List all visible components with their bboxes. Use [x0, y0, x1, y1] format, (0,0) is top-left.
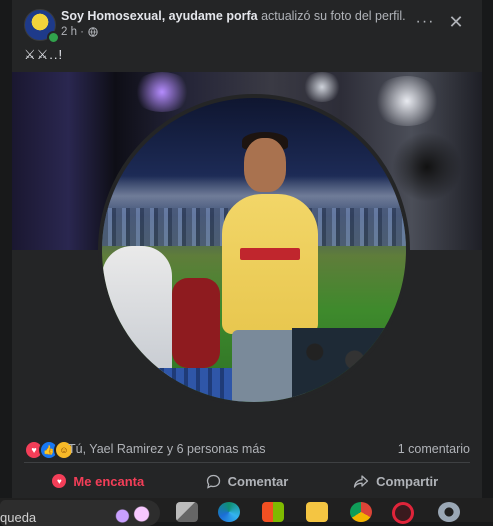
- post-card: Soy Homosexual, ayudame porfa actualizó …: [12, 0, 482, 522]
- reaction-icons[interactable]: ♥ 👍 ☺: [24, 440, 74, 460]
- comment-button-label: Comentar: [227, 473, 289, 489]
- author-name-link[interactable]: Soy Homosexual, ayudame porfa: [61, 9, 258, 23]
- task-view-icon[interactable]: [176, 502, 198, 522]
- heart-icon: ♥: [52, 474, 67, 488]
- post-header: Soy Homosexual, ayudame porfa actualizó …: [12, 0, 482, 46]
- love-button[interactable]: ♥ Me encanta: [24, 468, 173, 494]
- share-icon: [353, 474, 369, 488]
- post-actions: ♥ Me encanta Comentar Compartir: [24, 468, 470, 494]
- comment-count[interactable]: 1 comentario: [398, 442, 470, 456]
- comment-icon: [206, 474, 220, 489]
- comment-button[interactable]: Comentar: [173, 468, 322, 494]
- opera-icon[interactable]: [392, 502, 414, 524]
- post-action-text: actualizó su foto del perfil.: [261, 9, 406, 23]
- share-button-label: Compartir: [376, 473, 439, 489]
- author-line: Soy Homosexual, ayudame porfa actualizó …: [61, 9, 406, 23]
- settings-icon[interactable]: [438, 502, 460, 522]
- online-status-dot: [47, 31, 60, 44]
- close-icon[interactable]: ✕: [442, 10, 470, 34]
- more-options-button[interactable]: ···: [410, 10, 440, 34]
- chrome-icon[interactable]: [350, 502, 372, 522]
- edge-icon[interactable]: [218, 502, 240, 522]
- file-explorer-icon[interactable]: [306, 502, 328, 522]
- profile-picture: [98, 94, 410, 406]
- share-button[interactable]: Compartir: [321, 468, 470, 494]
- globe-icon: [88, 27, 98, 37]
- reactions-bar: ♥ 👍 ☺ Tú, Yael Ramirez y 6 personas más …: [24, 439, 470, 460]
- profile-photo-post[interactable]: [12, 72, 482, 430]
- post-timestamp[interactable]: 2 h ·: [61, 26, 84, 38]
- reaction-summary[interactable]: Tú, Yael Ramirez y 6 personas más: [68, 442, 266, 456]
- store-icon[interactable]: [262, 502, 284, 522]
- taskbar-search-text: queda: [0, 510, 37, 525]
- taskbar-search-box[interactable]: queda: [0, 500, 160, 526]
- divider: [24, 462, 470, 463]
- search-highlight-icon: [108, 504, 156, 524]
- post-meta: 2 h ·: [61, 26, 98, 38]
- post-caption: ⚔⚔..!: [24, 47, 64, 62]
- windows-taskbar: queda: [0, 498, 493, 526]
- love-button-label: Me encanta: [73, 473, 145, 489]
